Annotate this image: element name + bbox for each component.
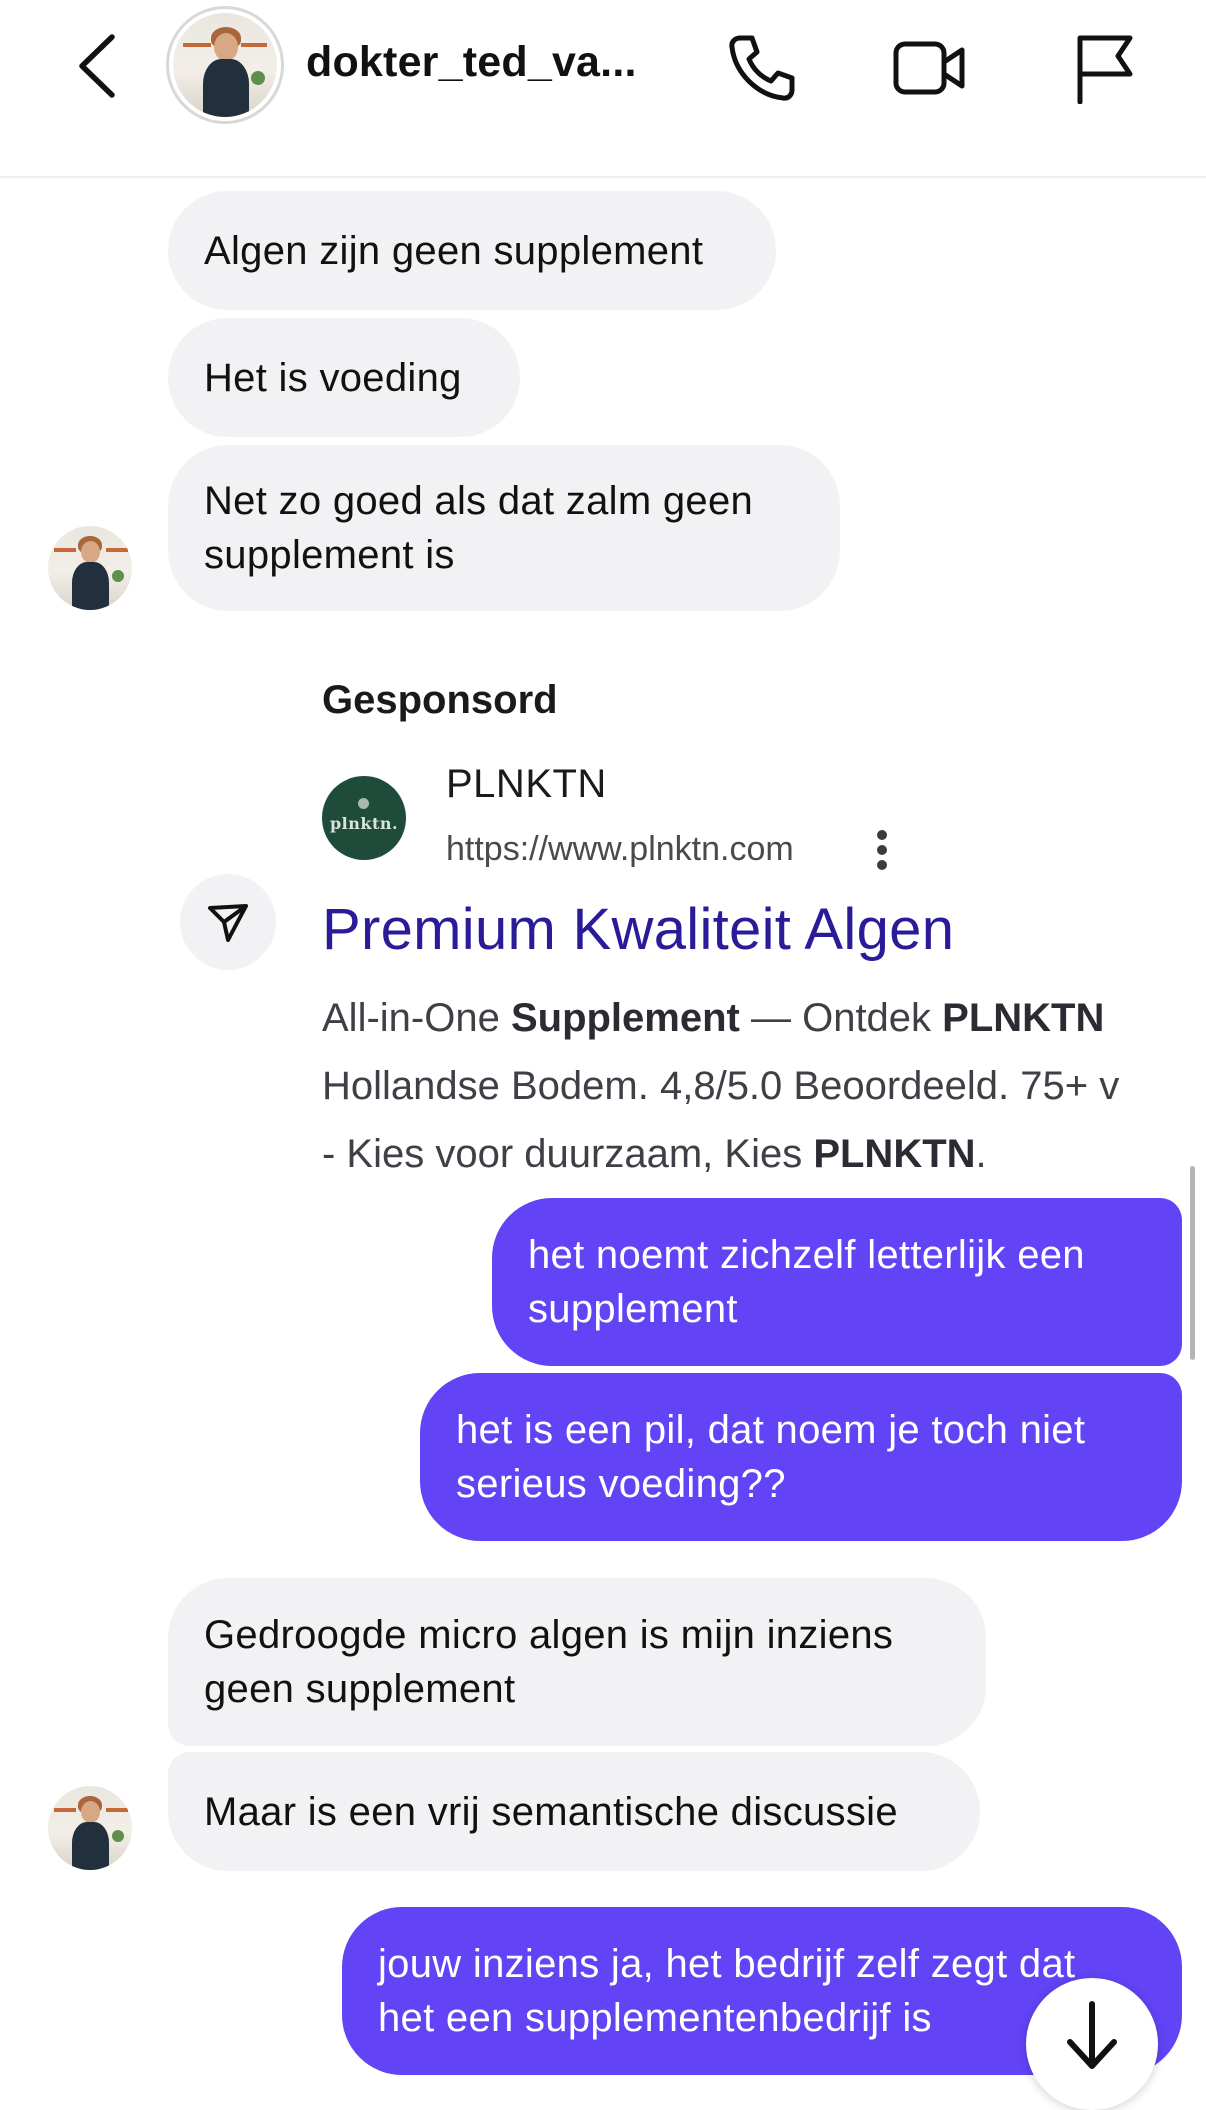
advertiser-logo[interactable]: plnktn. [322,776,406,860]
contact-avatar[interactable] [166,6,284,124]
send-icon [208,904,248,942]
message-bubble-incoming[interactable]: Maar is een vrij semantische discussie [168,1752,980,1871]
message-bubble-outgoing[interactable]: het is een pil, dat noem je toch niet se… [420,1373,1182,1541]
scroll-to-bottom-button[interactable] [1026,1978,1158,2110]
back-button[interactable] [66,28,126,104]
message-text-line: serieus voeding?? [456,1462,786,1506]
message-bubble-incoming[interactable]: Algen zijn geen supplement [168,191,776,310]
message-text-line: supplement [528,1287,738,1331]
contact-name[interactable]: dokter_ted_va... [306,38,637,87]
video-call-button[interactable] [888,26,972,110]
advertiser-logo-text: plnktn. [329,813,399,833]
message-bubble-outgoing[interactable]: het noemt zichzelf letterlijk een supple… [492,1198,1182,1366]
call-button[interactable] [720,26,804,110]
advertiser-name[interactable]: PLNKTN [446,762,607,807]
avatar-photo [173,13,277,117]
message-text-line: het een supplementenbedrijf is [378,1996,932,2040]
message-text: Het is voeding [204,355,462,400]
more-vertical-icon [877,830,887,840]
message-text-line: jouw inziens ja, het bedrijf zelf zegt d… [378,1942,1076,1986]
message-bubble-incoming[interactable]: Gedroogde micro algen is mijn inziens ge… [168,1578,986,1746]
flag-icon [1077,35,1133,104]
scrollbar-thumb[interactable] [1190,1166,1195,1360]
message-text-line: Net zo goed als dat zalm geen [204,479,754,523]
avatar-photo [48,1786,132,1870]
ad-description-line: Hollandse Bodem. 4,8/5.0 Beoordeeld. 75+… [322,1064,1120,1108]
ad-description-line: - Kies voor duurzaam, Kies PLNKTN. [322,1132,987,1176]
message-text-line: het noemt zichzelf letterlijk een [528,1233,1085,1277]
message-text-line: geen supplement [204,1667,516,1711]
message-text: Algen zijn geen supplement [204,228,704,273]
video-camera-icon [893,41,965,95]
message-bubble-incoming[interactable]: Het is voeding [168,318,520,437]
message-text-line: Gedroogde micro algen is mijn inziens [204,1613,894,1657]
message-text: Maar is een vrij semantische discussie [204,1789,898,1834]
phone-icon [729,35,795,101]
avatar-photo [48,526,132,610]
chevron-left-icon [79,34,115,98]
chat-header: dokter_ted_va... [0,0,1206,178]
sponsored-label: Gesponsord [322,678,558,722]
message-bubble-incoming[interactable]: Net zo goed als dat zalm geen supplement… [168,445,840,611]
ad-description: All-in-One Supplement — Ontdek PLNKTN Ho… [322,984,1184,1192]
ad-headline-link[interactable]: Premium Kwaliteit Algen [322,896,954,963]
message-text-line: supplement is [204,533,455,577]
ad-description-line: All-in-One Supplement — Ontdek PLNKTN [322,996,1105,1040]
sender-avatar[interactable] [48,526,132,610]
advertiser-url[interactable]: https://www.plnktn.com [446,830,794,869]
arrow-down-icon [1067,2001,1117,2069]
report-button[interactable] [1062,26,1146,110]
sender-avatar[interactable] [48,1786,132,1870]
message-text-line: het is een pil, dat noem je toch niet [456,1408,1086,1452]
ad-more-options-button[interactable] [864,822,900,878]
share-button[interactable] [180,874,276,970]
